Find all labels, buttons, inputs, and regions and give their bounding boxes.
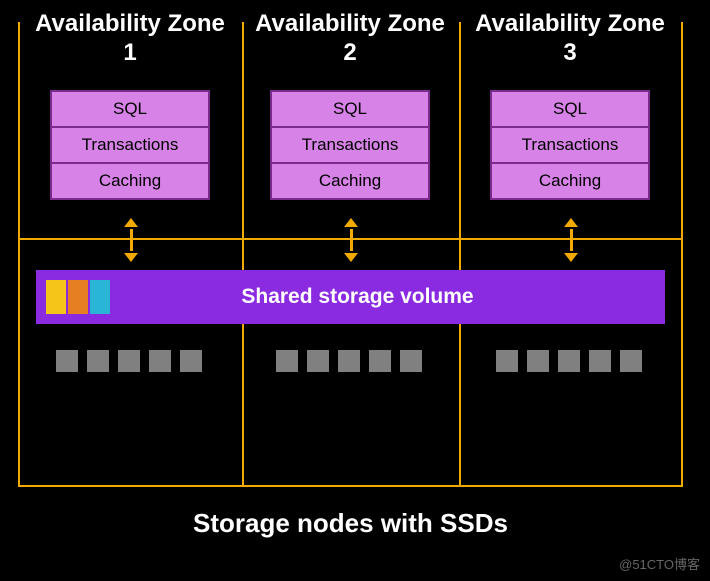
storage-volume-label: Shared storage volume (110, 285, 665, 309)
layer-txn: Transactions (490, 126, 650, 164)
grid-hline (18, 485, 683, 487)
ssd-node (56, 350, 78, 372)
compute-stack-1: SQL Transactions Caching (50, 90, 210, 198)
ssd-node (338, 350, 360, 372)
bidir-arrow-icon (121, 220, 141, 260)
grid-vline (681, 22, 683, 487)
ssd-node (149, 350, 171, 372)
swatch-cyan (90, 280, 110, 314)
shared-storage-volume: Shared storage volume (36, 270, 665, 324)
diagram-caption: Storage nodes with SSDs (18, 508, 683, 539)
layer-sql: SQL (270, 90, 430, 128)
zone-title-2: Availability Zone 2 (250, 10, 450, 68)
layer-cache: Caching (50, 162, 210, 200)
ssd-node (307, 350, 329, 372)
layer-sql: SQL (50, 90, 210, 128)
swatch-orange (68, 280, 88, 314)
layer-sql: SQL (490, 90, 650, 128)
compute-stack-3: SQL Transactions Caching (490, 90, 650, 198)
bidir-arrow-icon (341, 220, 361, 260)
ssd-node (118, 350, 140, 372)
layer-cache: Caching (270, 162, 430, 200)
layer-txn: Transactions (50, 126, 210, 164)
grid-vline (18, 22, 20, 487)
ssd-node (400, 350, 422, 372)
layer-cache: Caching (490, 162, 650, 200)
ssd-node (369, 350, 391, 372)
grid-vline (242, 22, 244, 487)
ssd-node (87, 350, 109, 372)
architecture-diagram: Availability Zone 1 Availability Zone 2 … (18, 10, 683, 565)
swatch-yellow (46, 280, 66, 314)
ssd-node (620, 350, 642, 372)
ssd-node (180, 350, 202, 372)
bidir-arrow-icon (561, 220, 581, 260)
zone-title-1: Availability Zone 1 (30, 10, 230, 68)
watermark: @51CTO博客 (619, 554, 700, 573)
ssd-node (589, 350, 611, 372)
ssd-node (276, 350, 298, 372)
grid-vline (459, 22, 461, 487)
zone-title-3: Availability Zone 3 (470, 10, 670, 68)
ssd-node (496, 350, 518, 372)
volume-color-legend (46, 280, 110, 314)
ssd-node (527, 350, 549, 372)
layer-txn: Transactions (270, 126, 430, 164)
compute-stack-2: SQL Transactions Caching (270, 90, 430, 198)
ssd-node (558, 350, 580, 372)
